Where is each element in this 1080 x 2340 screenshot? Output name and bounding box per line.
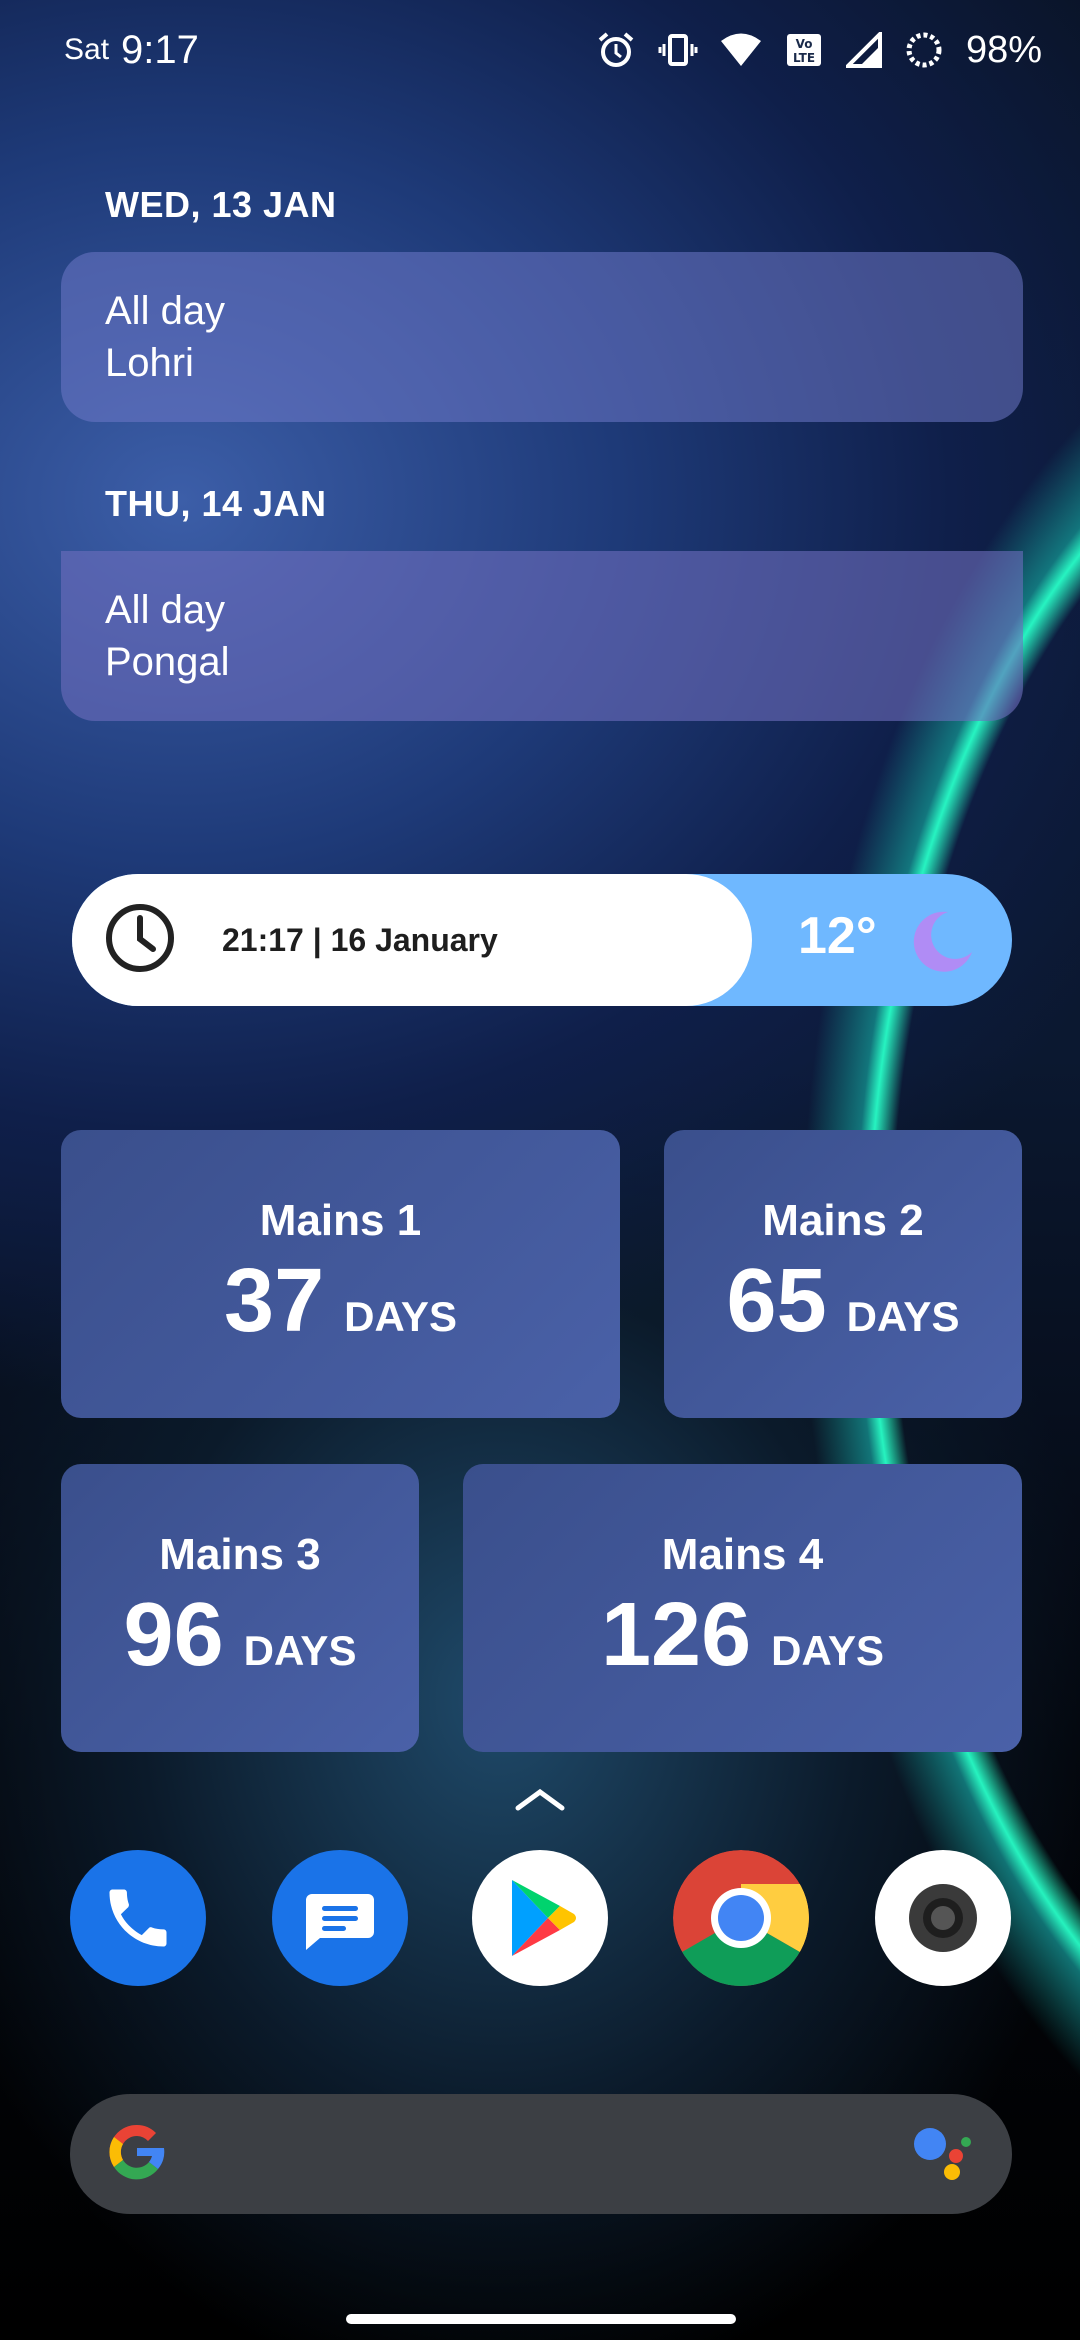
countdown-number: 37 <box>224 1250 325 1351</box>
chevron-up-icon[interactable] <box>512 1784 568 1819</box>
countdown-card-mains-2[interactable]: Mains 2 65 DAYS <box>664 1130 1022 1418</box>
event-date-heading: WED, 13 JAN <box>105 184 337 225</box>
event-card-lohri[interactable]: All day Lohri <box>61 252 1023 422</box>
event-time: All day <box>105 289 226 333</box>
svg-text:Vo: Vo <box>796 37 813 51</box>
status-day: Sat <box>64 33 110 66</box>
countdown-unit: DAYS <box>243 1626 357 1674</box>
moon-icon <box>908 908 976 981</box>
svg-text:LTE: LTE <box>793 51 815 65</box>
countdown-title: Mains 1 <box>259 1195 422 1245</box>
messages-icon[interactable] <box>272 1850 408 1986</box>
countdown-number: 65 <box>726 1250 827 1351</box>
event-date-heading: THU, 14 JAN <box>105 483 327 524</box>
event-title: Lohri <box>105 341 194 385</box>
status-bar-right: Vo LTE 98% <box>596 20 1042 80</box>
temperature: 12° <box>798 907 877 965</box>
camera-icon[interactable] <box>875 1850 1011 1986</box>
phone-icon[interactable] <box>70 1850 206 1986</box>
clock-pill[interactable]: 21:17 | 16 January <box>72 874 752 1006</box>
battery-ring-icon <box>904 30 944 70</box>
countdown-title: Mains 2 <box>762 1195 924 1245</box>
countdown-title: Mains 4 <box>661 1529 824 1579</box>
countdown-number: 96 <box>123 1584 224 1685</box>
google-g-icon[interactable] <box>102 2117 172 2192</box>
countdown-title: Mains 3 <box>159 1529 321 1579</box>
status-bar-left: Sat 9:17 <box>64 20 199 80</box>
battery-percent: 98% <box>965 28 1042 71</box>
status-time: 9:17 <box>121 27 199 72</box>
countdown-unit: DAYS <box>771 1626 884 1674</box>
countdown-card-mains-1[interactable]: Mains 1 37 DAYS <box>61 1130 620 1418</box>
clock-date-text: 21:17 | 16 January <box>222 921 498 958</box>
vibrate-icon <box>658 30 698 70</box>
google-assistant-icon[interactable] <box>910 2120 974 2189</box>
wifi-icon <box>720 32 762 68</box>
home-indicator[interactable] <box>346 2314 736 2324</box>
google-search-bar[interactable] <box>70 2094 1012 2214</box>
countdown-number: 126 <box>600 1584 752 1685</box>
countdown-card-mains-4[interactable]: Mains 4 126 DAYS <box>463 1464 1022 1752</box>
clock-icon <box>102 900 178 981</box>
play-store-icon[interactable] <box>472 1850 608 1986</box>
event-card-pongal[interactable]: All day Pongal <box>61 551 1023 721</box>
chrome-icon[interactable] <box>673 1850 809 1986</box>
signal-icon <box>845 32 882 68</box>
volte-icon: Vo LTE <box>784 30 824 70</box>
countdown-card-mains-3[interactable]: Mains 3 96 DAYS <box>61 1464 419 1752</box>
event-title: Pongal <box>105 640 230 684</box>
alarm-icon <box>596 30 636 70</box>
countdown-unit: DAYS <box>846 1292 960 1340</box>
event-time: All day <box>105 588 226 632</box>
countdown-unit: DAYS <box>344 1292 457 1340</box>
